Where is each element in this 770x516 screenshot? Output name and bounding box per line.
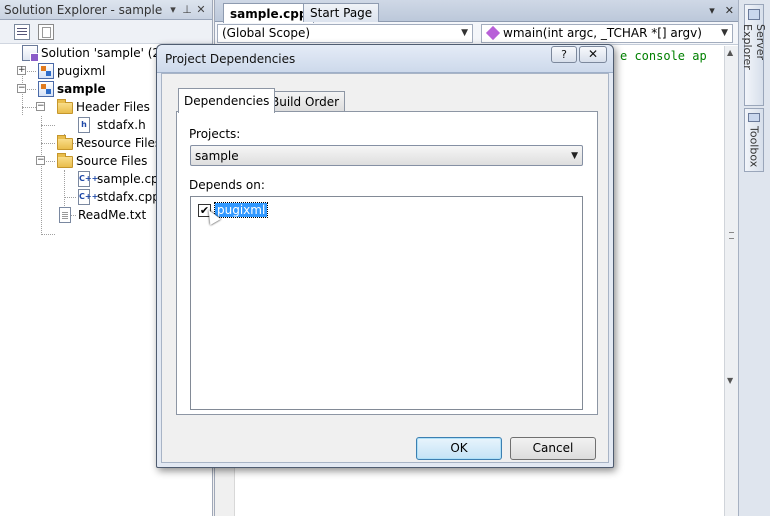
- tab-start-page[interactable]: Start Page: [303, 3, 380, 22]
- tree-node-solution[interactable]: Solution 'sample' (2 p: [22, 44, 172, 62]
- scope-value: (Global Scope): [222, 26, 311, 40]
- function-dropdown[interactable]: wmain(int argc, _TCHAR *[] argv) ▼: [481, 23, 733, 43]
- dropdown-arrow-icon[interactable]: ▾: [166, 3, 180, 16]
- cpp-project-icon: [38, 81, 54, 97]
- cpp-file-icon: C++: [78, 189, 98, 205]
- properties-icon[interactable]: [14, 23, 30, 40]
- function-value: wmain(int argc, _TCHAR *[] argv): [503, 26, 702, 40]
- pin-icon[interactable]: ⊥: [180, 3, 194, 16]
- header-file-icon: h: [78, 117, 90, 133]
- tree-node-label: Header Files: [76, 100, 150, 114]
- tree-node-stdafx-h[interactable]: h stdafx.h: [76, 116, 146, 134]
- side-tab-toolbox[interactable]: Toolbox: [744, 108, 764, 172]
- tree-node-sample-cpp[interactable]: C++ sample.cpp: [76, 170, 166, 188]
- toolbox-icon: [748, 113, 760, 122]
- help-button[interactable]: ?: [551, 46, 577, 63]
- tab-sample-cpp[interactable]: sample.cpp: [223, 3, 315, 23]
- scroll-thumb-grip[interactable]: [729, 232, 734, 239]
- tree-node-project-sample[interactable]: sample: [38, 80, 106, 98]
- show-all-files-icon[interactable]: [38, 23, 54, 40]
- cpp-project-icon: [38, 63, 54, 79]
- side-tab-label: Toolbox: [747, 125, 761, 167]
- document-tabs: sample.cpp Start Page ▾ ✕: [215, 0, 738, 23]
- tree-node-label: stdafx.cpp: [97, 190, 160, 204]
- depends-on-list[interactable]: ✔ pugixml: [190, 196, 583, 410]
- tree-node-header-files[interactable]: Header Files: [57, 98, 150, 116]
- ok-button[interactable]: OK: [416, 437, 502, 460]
- folder-icon: [57, 99, 73, 114]
- cancel-button[interactable]: Cancel: [510, 437, 596, 460]
- text-file-icon: [59, 207, 71, 223]
- tab-controls: ▾ ✕: [709, 4, 734, 17]
- scroll-down-icon[interactable]: ▼: [727, 376, 733, 385]
- tree-node-stdafx-cpp[interactable]: C++ stdafx.cpp: [76, 188, 160, 206]
- vertical-scrollbar[interactable]: ▲ ▼: [724, 46, 738, 516]
- close-icon[interactable]: ✕: [194, 3, 208, 16]
- collapse-icon[interactable]: −: [17, 84, 26, 93]
- side-tab-server-explorer[interactable]: Server Explorer: [741, 4, 767, 106]
- dialog-title: Project Dependencies: [165, 51, 296, 66]
- solution-explorer-title: Solution Explorer - sample: [4, 2, 163, 17]
- dialog-body: Dependencies Build Order Projects: sampl…: [161, 73, 609, 463]
- close-button[interactable]: ✕: [579, 46, 607, 63]
- tree-node-label: sample: [57, 82, 106, 96]
- tree-node-label: pugixml: [57, 64, 106, 78]
- expand-icon[interactable]: +: [17, 66, 26, 75]
- side-tool-strip: Server Explorer Toolbox: [738, 0, 770, 516]
- tree-node-label: stdafx.h: [97, 118, 146, 132]
- tab-build-order[interactable]: Build Order: [265, 91, 346, 112]
- dialog-titlebar[interactable]: Project Dependencies ? ✕: [157, 45, 613, 73]
- close-document-icon[interactable]: ✕: [725, 4, 734, 17]
- solution-icon: [22, 45, 39, 62]
- tree-node-label: Source Files: [76, 154, 148, 168]
- tab-dependencies[interactable]: Dependencies: [178, 88, 276, 113]
- dependency-label[interactable]: pugixml: [213, 202, 269, 218]
- server-explorer-icon: [748, 9, 760, 21]
- dropdown-arrow-icon: ▼: [461, 28, 468, 38]
- tab-menu-icon[interactable]: ▾: [709, 4, 715, 17]
- function-icon: [485, 25, 501, 41]
- collapse-icon[interactable]: −: [36, 156, 45, 165]
- dropdown-arrow-icon: ▼: [721, 28, 728, 38]
- projects-label: Projects:: [189, 127, 241, 141]
- project-dependencies-dialog: Project Dependencies ? ✕ Dependencies Bu…: [156, 44, 614, 468]
- folder-icon: [57, 135, 73, 150]
- navigation-bar: (Global Scope) ▼ wmain(int argc, _TCHAR …: [215, 22, 738, 45]
- solution-explorer-toolbar: [0, 20, 212, 44]
- scope-dropdown[interactable]: (Global Scope) ▼: [217, 23, 473, 43]
- depends-on-label: Depends on:: [189, 178, 265, 192]
- projects-selected-value: sample: [195, 148, 239, 163]
- projects-dropdown[interactable]: sample ▼: [190, 145, 583, 166]
- tree-node-source-files[interactable]: Source Files: [57, 152, 147, 170]
- solution-explorer-titlebar: Solution Explorer - sample ▾ ⊥ ✕: [0, 0, 212, 20]
- dependencies-tab-page: Projects: sample ▼ Depends on: ✔ pugixml: [176, 111, 598, 415]
- tree-node-label: ReadMe.txt: [78, 208, 147, 222]
- tree-node-label: Solution 'sample' (2 p: [41, 46, 172, 60]
- folder-icon: [57, 153, 73, 168]
- tree-node-project-pugixml[interactable]: pugixml: [38, 62, 105, 80]
- collapse-icon[interactable]: −: [36, 102, 45, 111]
- dropdown-arrow-icon: ▼: [571, 150, 578, 161]
- scroll-up-icon[interactable]: ▲: [727, 48, 733, 57]
- cpp-file-icon: C++: [78, 171, 98, 187]
- tree-node-label: Resource Files: [76, 136, 162, 150]
- side-tab-label: Server Explorer: [741, 24, 767, 70]
- tree-node-readme-txt[interactable]: ReadMe.txt: [57, 206, 146, 224]
- tree-node-resource-files[interactable]: Resource Files: [57, 134, 161, 152]
